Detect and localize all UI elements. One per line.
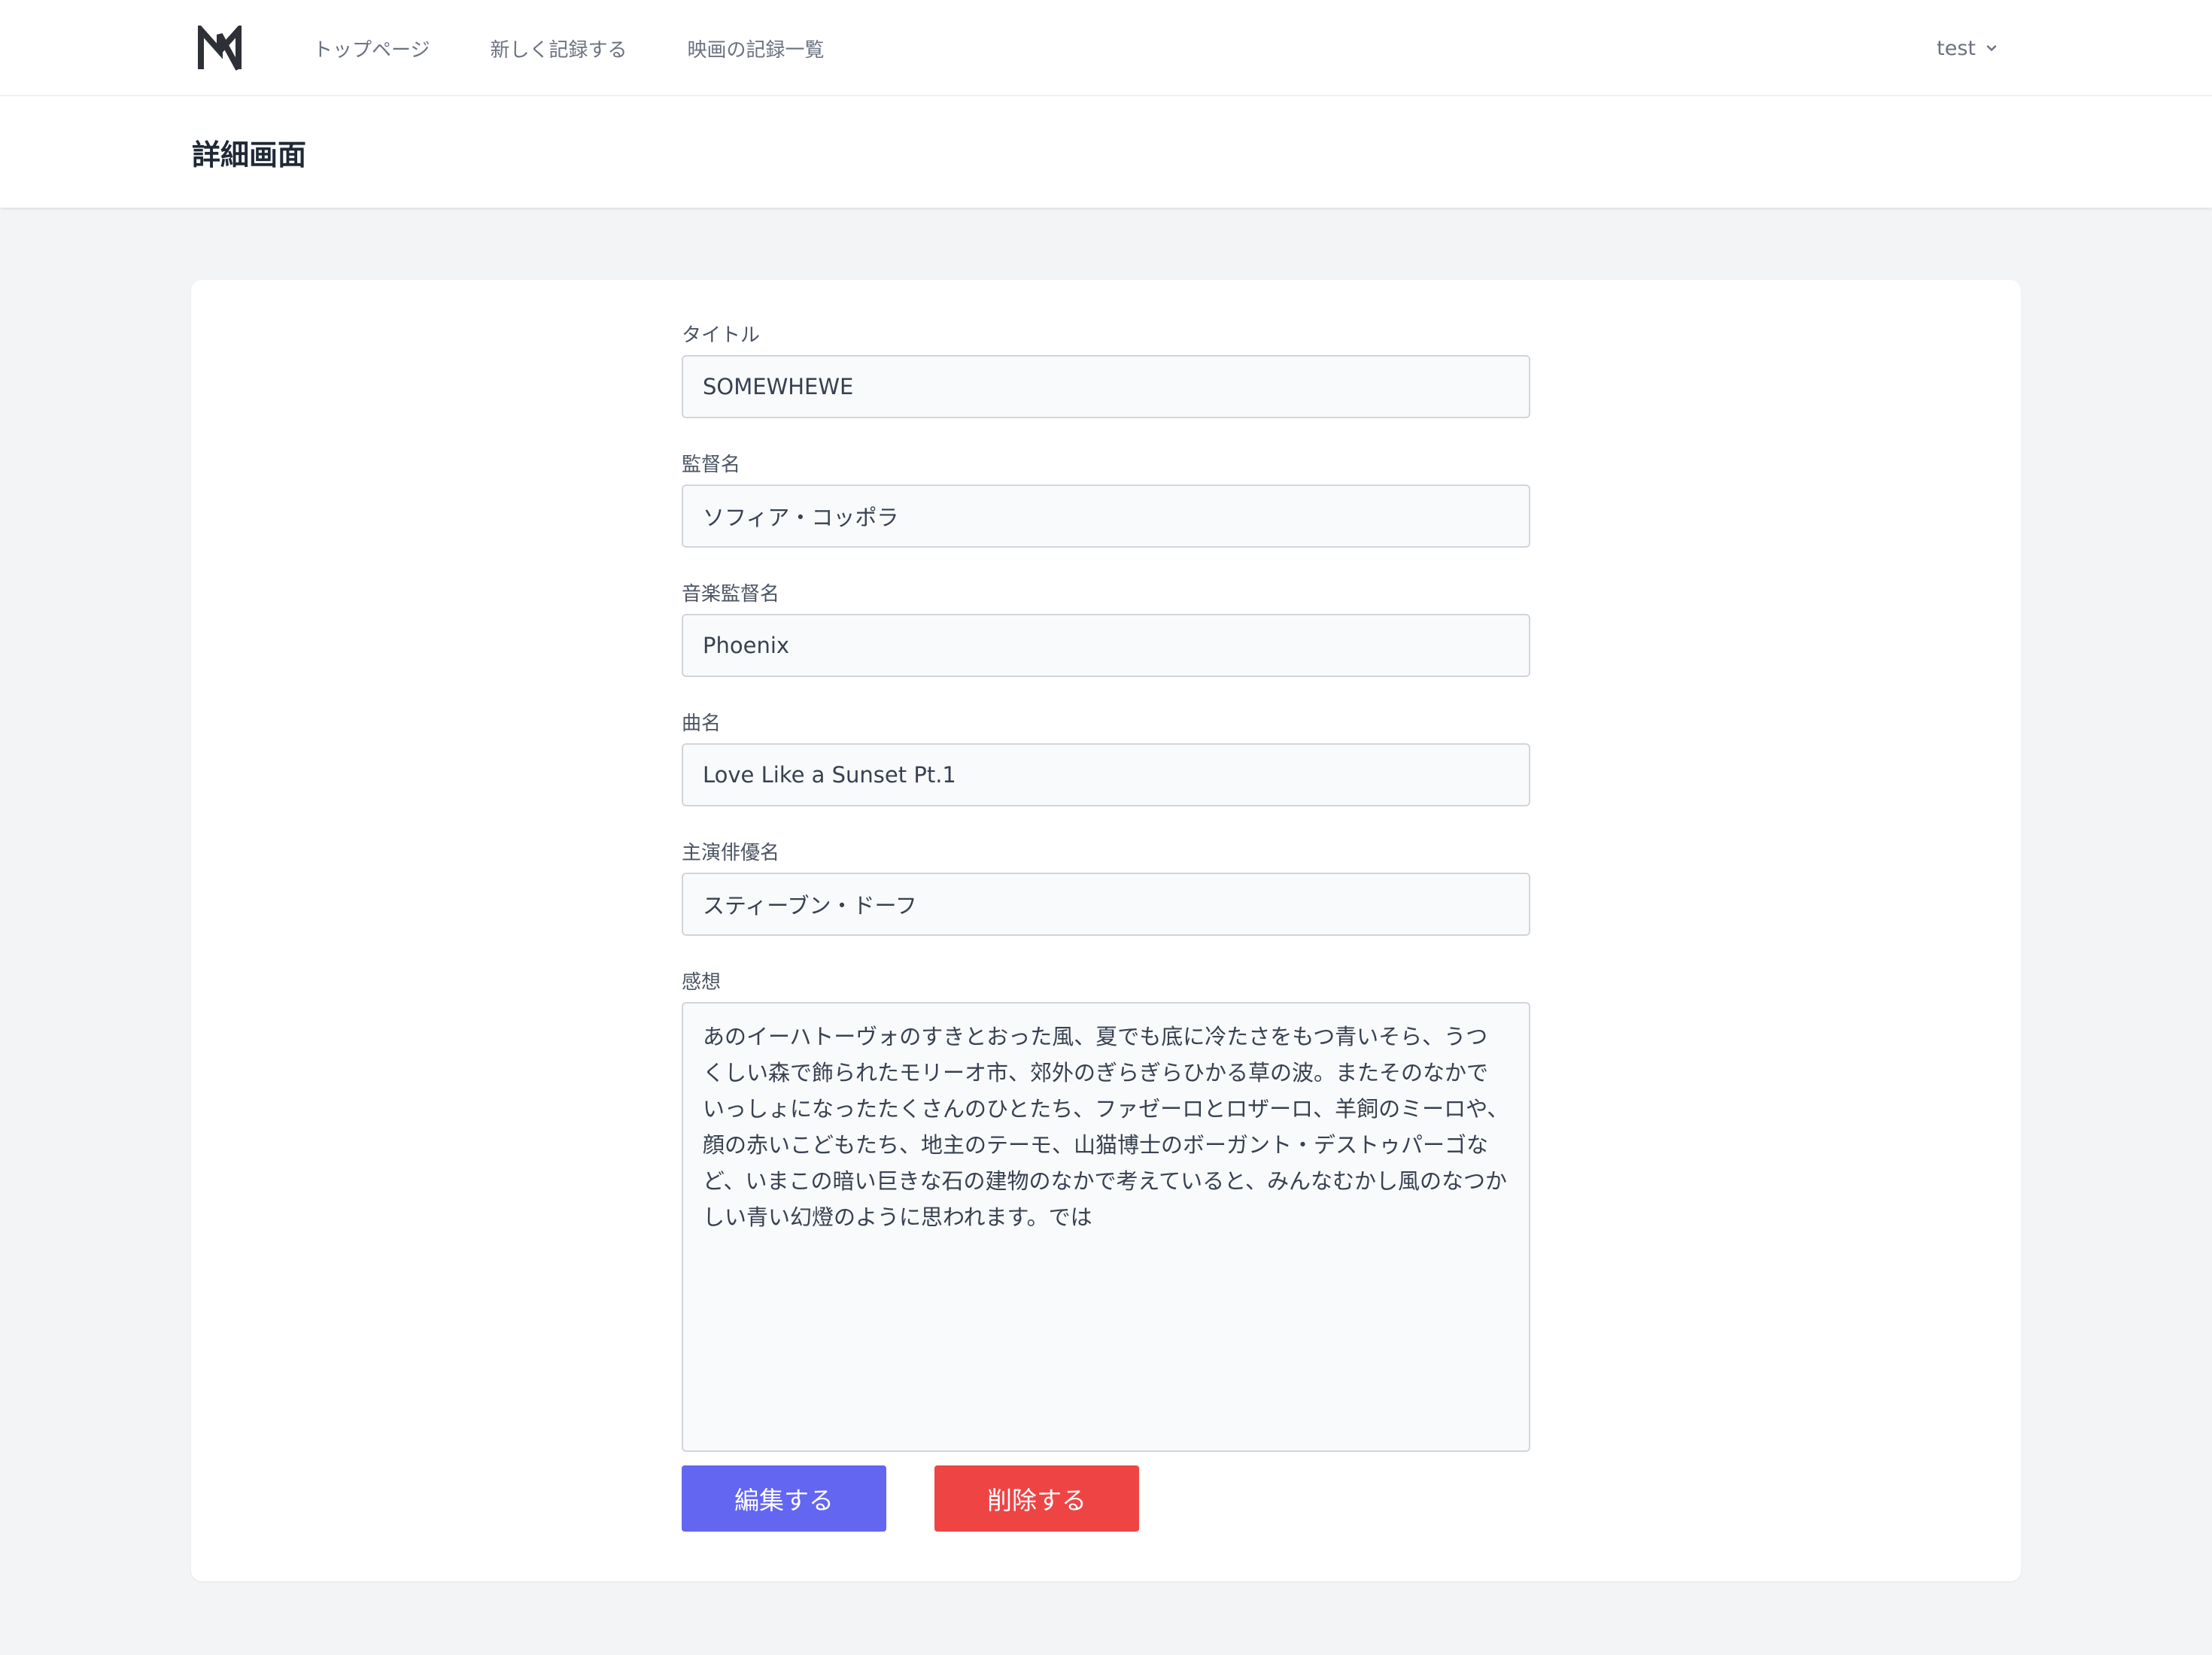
user-menu[interactable]: test <box>1937 0 1997 96</box>
page-title: 詳細画面 <box>192 138 307 172</box>
lead-actor-field-group: 主演俳優名 <box>682 840 1530 936</box>
detail-card: タイトル 監督名 音楽監督名 曲名 主演俳優名 感想 あのイーハトーヴォのすきと… <box>191 280 2021 1581</box>
music-director-input[interactable] <box>682 614 1530 677</box>
impression-textarea[interactable]: あのイーハトーヴォのすきとおった風、夏でも底に冷たさをもつ青いそら、うつくしい森… <box>682 1002 1530 1452</box>
nav-link-record-list[interactable]: 映画の記録一覧 <box>688 35 825 62</box>
movie-detail-form: タイトル 監督名 音楽監督名 曲名 主演俳優名 感想 あのイーハトーヴォのすきと… <box>682 322 1530 1532</box>
delete-button[interactable]: 削除する <box>934 1465 1139 1532</box>
director-field-group: 監督名 <box>682 451 1530 548</box>
music-director-field-group: 音楽監督名 <box>682 581 1530 677</box>
song-label: 曲名 <box>682 712 722 735</box>
nav-links: トップページ 新しく記録する 映画の記録一覧 <box>313 0 885 96</box>
app-logo-icon[interactable] <box>197 26 242 72</box>
title-field-group: タイトル <box>682 322 1530 418</box>
top-navbar: トップページ 新しく記録する 映画の記録一覧 test <box>0 0 2212 96</box>
edit-button[interactable]: 編集する <box>682 1465 886 1532</box>
impression-field-group: 感想 あのイーハトーヴォのすきとおった風、夏でも底に冷たさをもつ青いそら、うつく… <box>682 969 1530 1452</box>
lead-actor-label: 主演俳優名 <box>682 842 780 864</box>
page-header: 詳細画面 <box>0 96 2212 208</box>
music-director-label: 音楽監督名 <box>682 583 780 606</box>
director-label: 監督名 <box>682 454 741 476</box>
nav-link-top-page[interactable]: トップページ <box>313 35 430 62</box>
director-input[interactable] <box>682 484 1530 548</box>
chevron-down-icon <box>1986 45 1997 51</box>
impression-label: 感想 <box>682 971 722 994</box>
form-actions: 編集する 削除する <box>682 1465 1530 1532</box>
song-input[interactable] <box>682 743 1530 806</box>
user-name: test <box>1937 36 1976 60</box>
lead-actor-input[interactable] <box>682 873 1530 936</box>
title-label: タイトル <box>682 324 761 347</box>
nav-link-new-record[interactable]: 新しく記録する <box>490 35 627 62</box>
title-input[interactable] <box>682 355 1530 418</box>
song-field-group: 曲名 <box>682 710 1530 806</box>
